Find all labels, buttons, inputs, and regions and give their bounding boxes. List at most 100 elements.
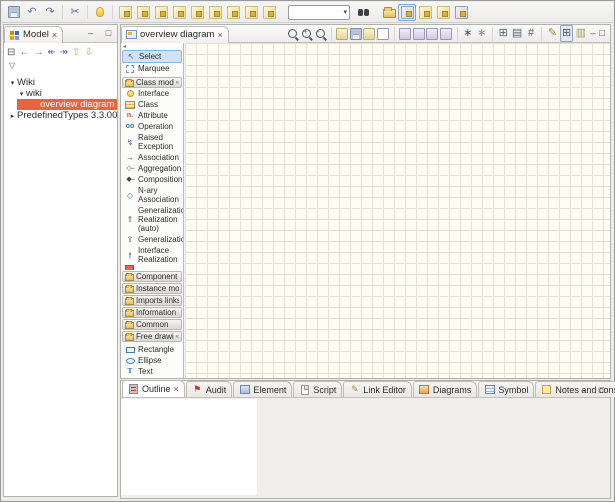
expander-icon[interactable]: ▾ bbox=[17, 90, 26, 98]
align-icon[interactable]: ∗ bbox=[475, 25, 488, 42]
mask-icon[interactable] bbox=[426, 25, 439, 42]
minimize-view-icon[interactable]: ‒ bbox=[578, 384, 589, 395]
tab-model[interactable]: Model × bbox=[4, 26, 63, 43]
maximize-view-icon[interactable]: □ bbox=[103, 27, 114, 38]
edit-icon[interactable] bbox=[363, 25, 376, 42]
tree-row-wiki-project[interactable]: ▾ Wiki bbox=[4, 77, 117, 88]
model-element-icon-8[interactable] bbox=[242, 4, 260, 21]
palette-section-common[interactable]: Common bbox=[122, 319, 182, 330]
model-element-icon-6[interactable] bbox=[206, 4, 224, 21]
close-icon[interactable]: × bbox=[174, 384, 179, 394]
back-icon[interactable]: ← bbox=[19, 48, 29, 58]
snap-grid-icon[interactable]: ⊞ bbox=[560, 25, 573, 42]
tab-element[interactable]: Element bbox=[233, 381, 292, 397]
page-icon[interactable] bbox=[377, 25, 390, 42]
model-element-icon-4[interactable] bbox=[170, 4, 188, 21]
tree-row-predefined-types[interactable]: ▸ PredefinedTypes 3.3.00 bbox=[4, 110, 117, 121]
model-element-icon-7[interactable] bbox=[224, 4, 242, 21]
palette-section-free-drawing[interactable]: Free drawing « bbox=[122, 331, 182, 342]
minimize-view-icon[interactable]: ‒ bbox=[589, 28, 597, 39]
palette-collapse-icon[interactable]: ◂ bbox=[121, 43, 183, 50]
next-reference-icon[interactable]: ↠ bbox=[60, 48, 68, 58]
tree-row-overview-diagram[interactable]: overview diagram bbox=[17, 99, 117, 110]
palette-tool-nary-association[interactable]: ◇ N-ary Association bbox=[121, 185, 183, 205]
tab-audit[interactable]: ⚑ Audit bbox=[186, 381, 233, 397]
view-menu-icon[interactable]: ▽ bbox=[9, 61, 15, 70]
paste-style-icon[interactable] bbox=[398, 25, 411, 42]
model-element-icon-5[interactable] bbox=[188, 4, 206, 21]
palette-section-information-flows[interactable]: Information Flo... bbox=[122, 307, 182, 318]
folder-icon[interactable] bbox=[380, 4, 398, 21]
tab-outline[interactable]: Outline × bbox=[122, 380, 185, 397]
close-icon[interactable]: × bbox=[217, 30, 222, 40]
palette-section-class-model[interactable]: Class model « bbox=[122, 77, 182, 88]
palette-tool-rectangle[interactable]: Rectangle bbox=[121, 344, 183, 355]
redo-icon[interactable]: ↷ bbox=[41, 4, 59, 21]
link-with-editor-icon[interactable] bbox=[398, 4, 416, 21]
search-icon[interactable] bbox=[354, 4, 372, 21]
palette-tool-text[interactable]: T Text bbox=[121, 366, 183, 377]
fit-height-icon[interactable]: ▤ bbox=[511, 25, 524, 42]
zoom-original-icon[interactable] bbox=[286, 25, 299, 42]
tab-diagrams[interactable]: Diagrams bbox=[413, 381, 478, 397]
move-up-icon[interactable]: ⇧ bbox=[72, 48, 80, 58]
palette-tool-interface-realization[interactable]: ⊸ Interface Realization bbox=[121, 245, 183, 265]
model-element-icon-9[interactable] bbox=[260, 4, 278, 21]
tab-symbol[interactable]: Symbol bbox=[478, 381, 534, 397]
tab-overview-diagram[interactable]: overview diagram × bbox=[121, 26, 229, 43]
palette-tool-raised-exception[interactable]: ↯ Raised Exception bbox=[121, 132, 183, 152]
expander-icon[interactable]: ▸ bbox=[8, 112, 17, 120]
sort-icon[interactable] bbox=[416, 4, 434, 21]
palette-section-imports-links[interactable]: Imports links bbox=[122, 295, 182, 306]
palette-section-instance-model[interactable]: Instance model bbox=[122, 283, 182, 294]
maximize-view-icon[interactable]: □ bbox=[596, 384, 607, 395]
maximize-view-icon[interactable]: □ bbox=[598, 28, 606, 39]
close-icon[interactable]: × bbox=[52, 30, 57, 40]
palette-tool-generalization-auto[interactable]: ⇑ Generalizatio... Realization (auto) bbox=[121, 205, 183, 234]
fit-width-icon[interactable]: ⊞ bbox=[497, 25, 510, 42]
undo-icon[interactable]: ↶ bbox=[23, 4, 41, 21]
cut-icon[interactable]: ✂ bbox=[66, 4, 84, 21]
auto-layout-icon[interactable]: ∗ bbox=[461, 25, 474, 42]
palette-tool-generalization[interactable]: ⇧ Generalization bbox=[121, 234, 183, 245]
palette-tool-ellipse[interactable]: Ellipse bbox=[121, 355, 183, 366]
model-element-icon-3[interactable] bbox=[152, 4, 170, 21]
outline-view-content[interactable] bbox=[121, 399, 257, 495]
palette-tool-select[interactable]: ↖ Select bbox=[122, 50, 182, 63]
clipped-palette-item[interactable] bbox=[121, 265, 183, 270]
save-diagram-icon[interactable] bbox=[349, 25, 362, 42]
diagram-canvas[interactable] bbox=[185, 43, 610, 378]
palette-section-component-model[interactable]: Component mo... bbox=[122, 271, 182, 282]
filter-icon[interactable] bbox=[434, 4, 452, 21]
palette-tool-interface[interactable]: Interface bbox=[121, 88, 183, 99]
layout-icon[interactable] bbox=[452, 4, 470, 21]
zoom-in-icon[interactable]: + bbox=[300, 25, 313, 42]
tab-link-editor[interactable]: ✎ Link Editor bbox=[343, 381, 412, 397]
tree-row-wiki-package[interactable]: ▾ wiki bbox=[4, 88, 117, 99]
unmask-icon[interactable] bbox=[440, 25, 453, 42]
search-combo-input[interactable] bbox=[288, 5, 350, 20]
layers-icon[interactable]: ▥ bbox=[574, 25, 587, 42]
palette-tool-association[interactable]: → Association bbox=[121, 152, 183, 163]
palette-tool-operation[interactable]: oo Operation bbox=[121, 121, 183, 132]
tab-script[interactable]: Script bbox=[293, 381, 342, 397]
model-element-icon-2[interactable] bbox=[134, 4, 152, 21]
move-down-icon[interactable]: ⇩ bbox=[85, 48, 93, 58]
palette-tool-marquee[interactable]: Marquee bbox=[121, 63, 183, 74]
palette-tool-attribute[interactable]: n. Attribute bbox=[121, 110, 183, 121]
collapse-all-icon[interactable]: ⊟ bbox=[7, 48, 15, 58]
forward-icon[interactable]: → bbox=[33, 48, 43, 58]
hash-grid-icon[interactable]: # bbox=[525, 25, 538, 42]
save-icon[interactable] bbox=[5, 4, 23, 21]
copy-style-icon[interactable] bbox=[412, 25, 425, 42]
previous-reference-icon[interactable]: ↞ bbox=[47, 48, 55, 58]
minimize-view-icon[interactable]: ‒ bbox=[85, 27, 96, 38]
model-element-icon-1[interactable] bbox=[116, 4, 134, 21]
export-image-icon[interactable] bbox=[335, 25, 348, 42]
zoom-out-icon[interactable]: - bbox=[314, 25, 327, 42]
expander-icon[interactable]: ▾ bbox=[8, 79, 17, 87]
palette-tool-class[interactable]: Class bbox=[121, 99, 183, 110]
palette-tool-line[interactable]: → Line bbox=[121, 377, 183, 378]
palette-tool-composition[interactable]: ◆– Composition bbox=[121, 174, 183, 185]
pencil-icon[interactable]: ✎ bbox=[546, 25, 559, 42]
